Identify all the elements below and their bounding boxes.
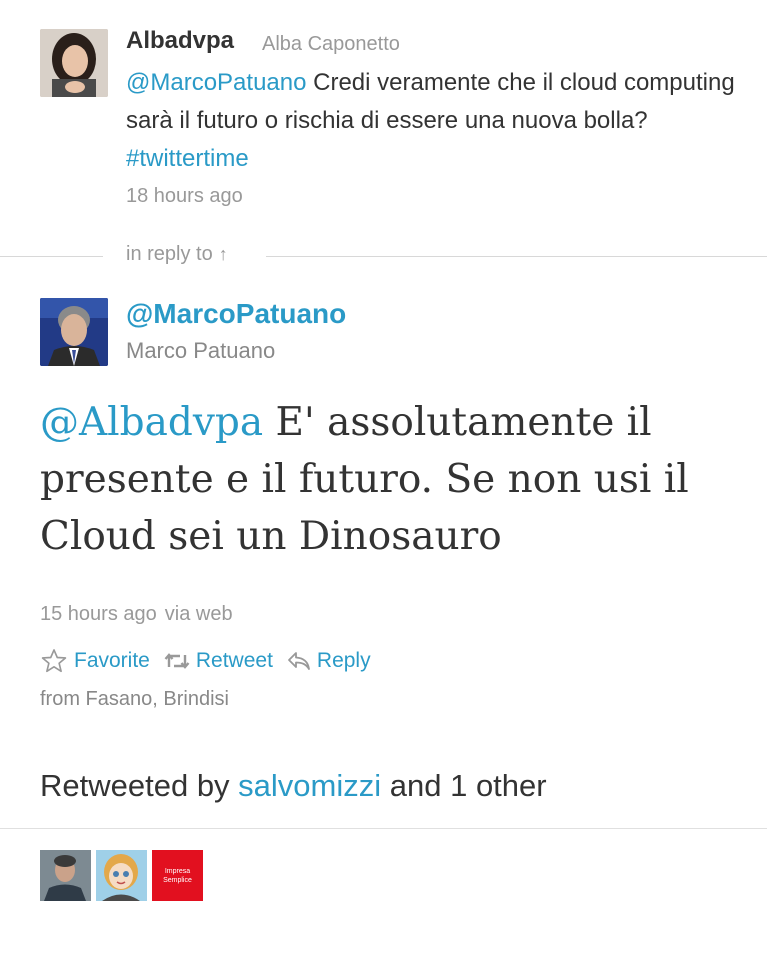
timestamp[interactable]: 18 hours ago xyxy=(126,185,243,208)
full-name: Alba Caponetto xyxy=(262,33,400,55)
tweet-actions: Favorite Retweet Reply xyxy=(40,646,385,676)
retweet-label: Retweet xyxy=(195,649,273,672)
mention-link[interactable]: @Albadvpa xyxy=(40,400,263,445)
star-icon xyxy=(41,649,67,673)
reply-tweet: Albadvpa Alba Caponetto @MarcoPatuano Cr… xyxy=(0,0,767,240)
avatar-image xyxy=(40,850,91,901)
tweet-location[interactable]: from Fasano, Brindisi xyxy=(40,688,229,711)
main-tweet-text: @Albadvpa E' assolutamente il presente e… xyxy=(40,394,730,565)
in-reply-to-link[interactable]: in reply to ↑ xyxy=(126,243,228,266)
tweet-meta: 15 hours ago via web xyxy=(40,603,241,626)
avatar-image xyxy=(40,29,108,97)
favorite-button[interactable]: Favorite xyxy=(40,647,150,675)
screen-name[interactable]: Albadvpa xyxy=(126,27,234,55)
divider-line xyxy=(266,256,767,257)
in-reply-to-label: in reply to xyxy=(126,243,213,265)
mention-link[interactable]: @MarcoPatuano xyxy=(126,69,306,96)
reply-label: Reply xyxy=(316,649,371,672)
main-user-avatar[interactable] xyxy=(40,298,108,366)
main-full-name: Marco Patuano xyxy=(126,338,276,363)
arrow-up-icon: ↑ xyxy=(218,244,228,264)
hashtag-link[interactable]: #twittertime xyxy=(126,145,249,172)
via-source: via web xyxy=(164,603,233,625)
main-screen-name[interactable]: @MarcoPatuano xyxy=(126,298,346,330)
retweeted-by-suffix: and 1 other xyxy=(381,768,547,803)
retweeted-by: Retweeted by salvomizzi and 1 other xyxy=(40,768,547,804)
in-reply-to-divider: in reply to ↑ xyxy=(0,240,767,272)
retweeter-avatar[interactable] xyxy=(96,850,147,901)
retweet-button[interactable]: Retweet xyxy=(164,649,273,673)
tweet-text: @MarcoPatuano Credi veramente che il clo… xyxy=(126,64,736,178)
retweet-icon xyxy=(164,653,190,669)
retweeter-avatar[interactable] xyxy=(40,850,91,901)
user-avatar[interactable] xyxy=(40,29,108,97)
divider-line xyxy=(0,256,103,257)
avatar-image xyxy=(96,850,147,901)
favorite-label: Favorite xyxy=(74,649,150,672)
retweeter-avatars: Impresa Semplice xyxy=(40,850,208,901)
tweet-page: Albadvpa Alba Caponetto @MarcoPatuano Cr… xyxy=(0,0,767,974)
avatar-image xyxy=(40,298,108,366)
avatar-logo-text: Impresa xyxy=(164,867,191,875)
reply-button[interactable]: Reply xyxy=(287,649,371,673)
divider-line xyxy=(0,828,767,829)
reply-icon xyxy=(288,652,310,670)
timestamp[interactable]: 15 hours ago xyxy=(40,603,157,625)
retweeted-by-prefix: Retweeted by xyxy=(40,768,239,803)
avatar-logo-text: Semplice xyxy=(163,876,192,884)
retweeter-avatar[interactable]: Impresa Semplice xyxy=(152,850,203,901)
retweeter-link[interactable]: salvomizzi xyxy=(238,768,381,803)
